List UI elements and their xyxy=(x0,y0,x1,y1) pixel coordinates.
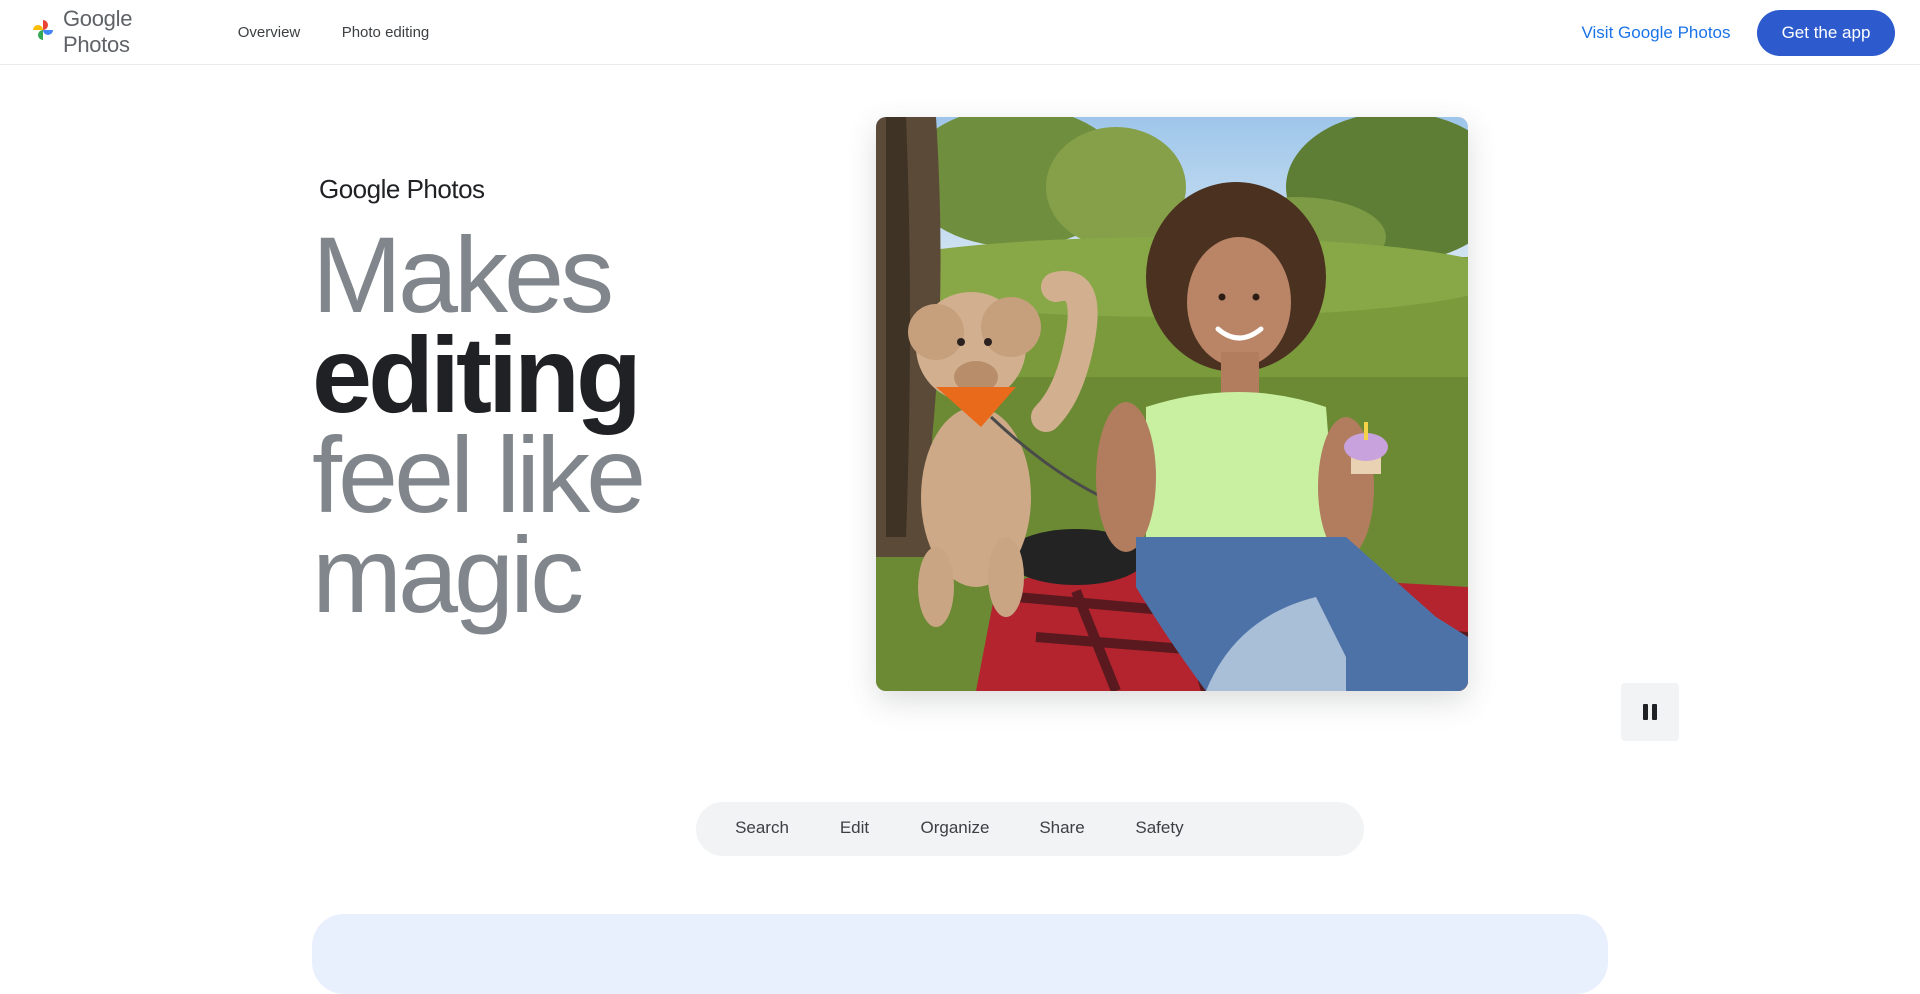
visit-google-photos-button[interactable]: Visit Google Photos xyxy=(1571,10,1741,56)
tab-edit[interactable]: Edit xyxy=(820,805,889,851)
hero-headline: Makes editing feel like magic xyxy=(312,214,792,635)
tab-organize[interactable]: Organize xyxy=(901,805,1009,851)
pause-icon xyxy=(1641,704,1659,720)
headline-line-2: editing xyxy=(312,314,642,435)
logo-wordmark: Google Photos xyxy=(63,6,133,57)
tab-safety[interactable]: Safety xyxy=(1114,805,1205,851)
nav-overview-link[interactable]: Overview xyxy=(229,14,309,50)
headline-line-4: magic xyxy=(312,514,584,635)
headline-line-3: feel like xyxy=(312,414,646,535)
tab-search[interactable]: Search xyxy=(716,805,808,851)
nav-photo-editing-link[interactable]: Photo editing xyxy=(332,14,439,50)
top-navigation-bar: Google Photos Overview Photo editing Vis… xyxy=(0,0,1920,65)
next-section-card xyxy=(312,914,1608,994)
pinwheel-logo-icon xyxy=(31,18,55,47)
hero-photo-woman-with-dog xyxy=(876,117,1468,691)
headline-line-1: Makes xyxy=(312,214,614,335)
get-the-app-button[interactable]: Get the app xyxy=(1757,10,1895,56)
download-app-button[interactable] xyxy=(1218,805,1356,851)
google-photos-logo-link[interactable]: Google Photos xyxy=(17,6,189,57)
brand-google-text: Google xyxy=(319,174,400,204)
hero-brand-wordmark: Google Photos xyxy=(319,174,485,205)
brand-photos-text: Photos xyxy=(406,174,485,204)
tab-share[interactable]: Share xyxy=(1020,805,1104,851)
play-video-button[interactable] xyxy=(1621,683,1679,741)
